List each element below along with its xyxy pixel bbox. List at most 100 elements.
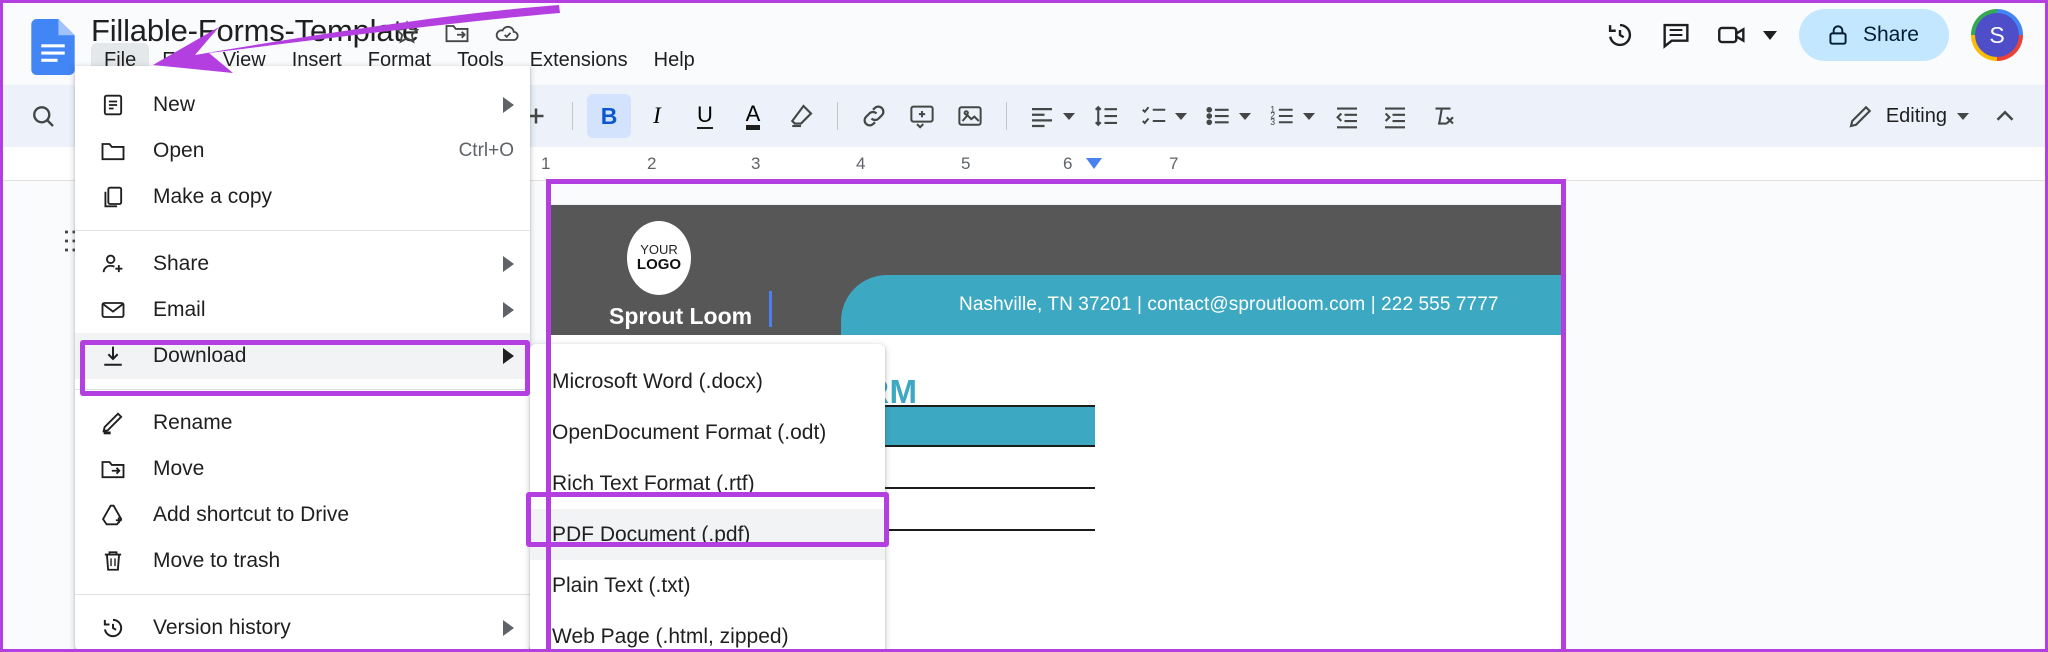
new-doc-icon: [103, 94, 123, 116]
share-button[interactable]: Share: [1798, 9, 1949, 61]
italic-button[interactable]: I: [635, 94, 679, 138]
file-menu-item-add-shortcut-to-drive[interactable]: Add shortcut to Drive: [75, 492, 530, 538]
download-option-txt[interactable]: Plain Text (.txt): [530, 560, 885, 611]
file-menu-shortcut: Ctrl+O: [458, 140, 514, 161]
download-submenu[interactable]: Microsoft Word (.docx) OpenDocument Form…: [530, 344, 885, 649]
align-left-icon: [1032, 108, 1052, 128]
file-menu-label: Share: [153, 252, 210, 275]
text-cursor: [769, 291, 772, 327]
file-menu-label: Rename: [153, 411, 233, 434]
text-color-button[interactable]: A: [731, 94, 775, 138]
add-comment-icon: [910, 105, 934, 129]
clear-formatting-button[interactable]: [1421, 94, 1465, 138]
avatar[interactable]: S: [1971, 9, 2023, 61]
google-docs-window: Fillable-Forms-Template File Edit View I…: [0, 0, 2048, 652]
chevron-down-icon: [1957, 112, 1969, 120]
toolbar-divider: [837, 102, 838, 130]
folder-icon: [101, 143, 125, 161]
comment-icon[interactable]: [1659, 18, 1693, 52]
file-menu-item-share[interactable]: Share: [75, 241, 530, 287]
download-option-odt[interactable]: OpenDocument Format (.odt): [530, 407, 885, 458]
file-menu-item-email[interactable]: Email: [75, 287, 530, 333]
download-option-docx[interactable]: Microsoft Word (.docx): [530, 356, 885, 407]
decrease-indent-icon: [1336, 107, 1357, 129]
google-docs-icon[interactable]: [31, 19, 75, 75]
chevron-down-icon[interactable]: [1762, 30, 1777, 40]
file-menu-item-version-history[interactable]: Version history: [75, 605, 530, 649]
checklist-icon: [1142, 106, 1166, 125]
file-menu-item-download[interactable]: Download: [75, 333, 530, 379]
file-menu-item-move[interactable]: Move: [75, 446, 530, 492]
chevron-down-icon: [1063, 112, 1075, 120]
chevron-down-icon: [1303, 112, 1315, 120]
insert-image-icon: [958, 106, 982, 126]
menu-separator: [75, 594, 530, 595]
chevron-down-icon: [1175, 112, 1187, 120]
menu-extensions[interactable]: Extensions: [517, 43, 641, 78]
download-icon: [104, 346, 122, 366]
search-icon: [33, 106, 54, 127]
contact-band: Nashville, TN 37201 | contact@sproutloom…: [841, 275, 1561, 335]
line-spacing-button[interactable]: [1085, 94, 1129, 138]
video-camera-icon[interactable]: [1715, 18, 1749, 52]
trash-icon: [104, 551, 122, 571]
file-menu-item-move-to-trash[interactable]: Move to trash: [75, 538, 530, 584]
logo-line-1: YOUR: [640, 242, 678, 258]
underline-button[interactable]: U: [683, 94, 727, 138]
file-menu-label: Move: [153, 457, 205, 480]
file-menu-item-make-a-copy[interactable]: Make a copy: [75, 174, 530, 220]
underline-label: U: [697, 102, 713, 129]
menu-help[interactable]: Help: [641, 43, 708, 78]
bold-label: B: [600, 102, 618, 129]
submenu-arrow-icon: [503, 620, 514, 636]
download-option-rtf[interactable]: Rich Text Format (.rtf): [530, 458, 885, 509]
ruler-number: 5: [961, 154, 971, 173]
version-history-icon[interactable]: [1603, 18, 1637, 52]
lock-icon: [1829, 25, 1847, 45]
submenu-arrow-icon: [503, 97, 514, 113]
bulleted-list-selector[interactable]: [1197, 95, 1257, 137]
highlight-color-button[interactable]: [779, 94, 823, 138]
download-option-html[interactable]: Web Page (.html, zipped): [530, 611, 885, 649]
logo-line-2: LOGO: [636, 255, 682, 273]
email-icon: [101, 302, 125, 318]
ruler-number: 6: [1063, 154, 1073, 173]
right-indent-marker[interactable]: [1084, 157, 1104, 171]
checklist-selector[interactable]: [1133, 95, 1193, 137]
numbered-list-icon: 1 23: [1270, 104, 1293, 127]
highlighter-icon: [790, 104, 813, 128]
person-add-icon: [102, 254, 123, 273]
logo-placeholder: YOUR LOGO: [627, 221, 691, 295]
submenu-arrow-icon: [503, 302, 514, 318]
file-menu-item-rename[interactable]: Rename: [75, 400, 530, 446]
insert-link-button[interactable]: [852, 94, 896, 138]
pencil-icon: [1849, 105, 1872, 128]
add-comment-button[interactable]: [900, 94, 944, 138]
numbered-list-selector[interactable]: 1 23: [1261, 95, 1321, 137]
download-option-pdf[interactable]: PDF Document (.pdf): [530, 509, 885, 560]
editing-mode-button[interactable]: Editing: [1836, 93, 1979, 139]
submenu-arrow-icon: [503, 348, 514, 364]
move-folder-icon: [101, 461, 125, 479]
drive-shortcut-icon: [101, 504, 123, 526]
collapse-toolbar-button[interactable]: [1983, 94, 2027, 138]
submenu-arrow-icon: [503, 256, 514, 272]
ruler-number: 4: [856, 154, 866, 173]
bold-button[interactable]: B: [587, 94, 631, 138]
search-button[interactable]: [21, 94, 65, 138]
ruler-track[interactable]: 1 2 3 4 5 6 7: [435, 147, 1559, 181]
file-menu-item-new[interactable]: New: [75, 82, 530, 128]
decrease-indent-button[interactable]: [1325, 94, 1369, 138]
line-spacing-icon: [1094, 105, 1117, 127]
insert-image-button[interactable]: [948, 94, 992, 138]
align-selector[interactable]: [1021, 95, 1081, 137]
svg-text:3: 3: [1270, 117, 1275, 127]
ruler-number: 1: [541, 154, 551, 173]
file-menu-popup[interactable]: New Open Ctrl+O Make a copy Share Email …: [75, 66, 530, 649]
editing-mode-label: Editing: [1885, 104, 1947, 127]
file-menu-label: Add shortcut to Drive: [153, 503, 350, 526]
file-menu-item-open[interactable]: Open Ctrl+O: [75, 128, 530, 174]
toolbar-divider: [1006, 102, 1007, 130]
increase-indent-button[interactable]: [1373, 94, 1417, 138]
ruler-number: 2: [647, 154, 657, 173]
